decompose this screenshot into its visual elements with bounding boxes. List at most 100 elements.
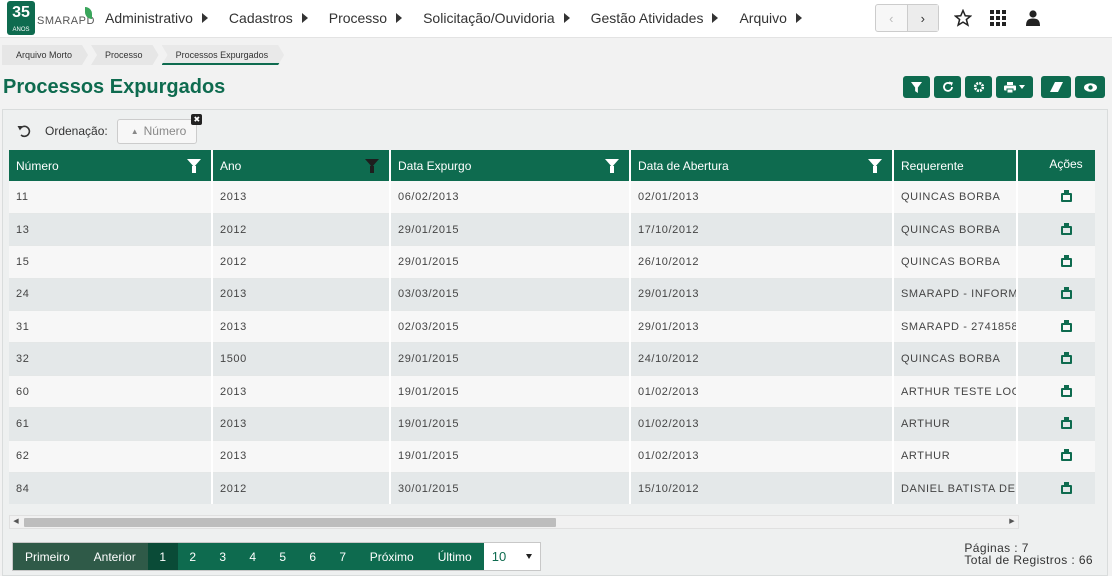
clear-button[interactable] bbox=[1041, 76, 1071, 98]
filter-icon[interactable] bbox=[868, 159, 882, 173]
table-row[interactable]: 32 1500 29/01/2015 24/10/2012 QUINCAS BORBA bbox=[9, 342, 1095, 376]
menu-cadastros[interactable]: Cadastros bbox=[229, 0, 308, 36]
table-row[interactable]: 62 2013 19/01/2015 01/02/2013 ARTHUR bbox=[9, 440, 1095, 474]
table-cell: 30/01/2015 bbox=[390, 472, 631, 504]
table-cell: 61 bbox=[9, 407, 213, 441]
print-icon[interactable] bbox=[1060, 416, 1072, 429]
page-7-button[interactable]: 7 bbox=[327, 543, 358, 570]
scroll-right-arrow-icon[interactable]: ▶ bbox=[1006, 516, 1018, 528]
breadcrumb-processo[interactable]: Processo bbox=[91, 45, 159, 65]
column-header-data-expurgo[interactable]: Data Expurgo bbox=[390, 150, 631, 181]
print-icon[interactable] bbox=[1060, 189, 1072, 202]
filter-icon[interactable] bbox=[605, 159, 619, 173]
horizontal-scrollbar[interactable]: ◀ ▶ bbox=[9, 515, 1019, 529]
page-title: Processos Expurgados bbox=[3, 76, 226, 98]
table-cell: ARTHUR bbox=[893, 440, 1018, 474]
next-page-button[interactable]: Próximo bbox=[357, 543, 426, 570]
table-cell: 19/01/2015 bbox=[390, 375, 631, 409]
table-cell: 19/01/2015 bbox=[390, 440, 631, 474]
apps-grid-icon[interactable] bbox=[987, 7, 1009, 29]
ordering-chip-numero[interactable]: ▲ Número ✖ bbox=[116, 113, 203, 144]
table-cell: QUINCAS BORBA bbox=[893, 342, 1018, 376]
caret-right-icon bbox=[712, 13, 719, 23]
table-row[interactable]: 31 2013 02/03/2015 29/01/2013 SMARAPD - 2741… bbox=[9, 310, 1095, 344]
first-page-button[interactable]: Primeiro bbox=[13, 543, 82, 570]
logo-badge: 35 ANOS bbox=[7, 1, 35, 35]
row-actions bbox=[1017, 407, 1095, 441]
column-header-requerente[interactable]: Requerente bbox=[893, 150, 1018, 181]
table-cell: 2012 bbox=[212, 472, 391, 504]
table-row[interactable]: 60 2013 19/01/2015 01/02/2013 ARTHUR TESTE L… bbox=[9, 375, 1095, 409]
filter-button[interactable] bbox=[903, 76, 930, 98]
menu-label: Administrativo bbox=[105, 10, 193, 26]
row-actions bbox=[1017, 472, 1095, 504]
ordering-chip-label: Número bbox=[143, 124, 187, 138]
menu-scroll-right-button[interactable]: › bbox=[906, 5, 938, 31]
print-icon[interactable] bbox=[1060, 352, 1072, 365]
table-cell: 01/02/2013 bbox=[630, 375, 894, 409]
user-icon[interactable] bbox=[1022, 7, 1044, 29]
table-row[interactable]: 15 2012 29/01/2015 26/10/2012 QUINCAS BORBA bbox=[9, 245, 1095, 279]
row-actions bbox=[1017, 310, 1095, 344]
previous-page-button[interactable]: Anterior bbox=[81, 543, 148, 570]
refresh-button[interactable] bbox=[934, 76, 961, 98]
table-row[interactable]: 13 2012 29/01/2015 17/10/2012 QUINCAS BORBA bbox=[9, 213, 1095, 247]
column-header-ano[interactable]: Ano bbox=[212, 150, 391, 181]
breadcrumb-arquivo-morto[interactable]: Arquivo Morto bbox=[2, 45, 88, 65]
logo-badge-number: 35 bbox=[12, 4, 30, 21]
menu-scroll-left-button[interactable]: ‹ bbox=[876, 5, 907, 31]
last-page-button[interactable]: Último bbox=[425, 543, 484, 570]
grid-panel: Ordenação: ▲ Número ✖ Número Ano Data Ex… bbox=[2, 109, 1108, 576]
table-cell: 1500 bbox=[212, 342, 391, 376]
remove-ordering-icon[interactable]: ✖ bbox=[191, 113, 203, 125]
menu-arquivo[interactable]: Arquivo bbox=[739, 0, 802, 36]
print-icon[interactable] bbox=[1060, 287, 1072, 300]
table-cell: SMARAPD - INFORMA bbox=[893, 278, 1018, 312]
column-header-data-abertura[interactable]: Data de Abertura bbox=[630, 150, 894, 181]
table-cell: 02/01/2013 bbox=[630, 181, 894, 214]
undo-icon[interactable] bbox=[17, 124, 31, 138]
table-cell: ARTHUR TESTE LOG bbox=[893, 375, 1018, 409]
table-cell: 17/10/2012 bbox=[630, 213, 894, 247]
breadcrumb-processos-expurgados: Processos Expurgados bbox=[162, 45, 285, 65]
star-icon[interactable] bbox=[952, 7, 974, 29]
page-4-button[interactable]: 4 bbox=[237, 543, 268, 570]
settings-button[interactable] bbox=[965, 76, 992, 98]
print-icon[interactable] bbox=[1060, 222, 1072, 235]
table-cell: QUINCAS BORBA bbox=[893, 181, 1018, 214]
print-icon[interactable] bbox=[1060, 319, 1072, 332]
page-3-button[interactable]: 3 bbox=[207, 543, 238, 570]
ordering-label: Ordenação: bbox=[45, 124, 108, 138]
menu-administrativo[interactable]: Administrativo bbox=[105, 0, 208, 36]
scroll-left-arrow-icon[interactable]: ◀ bbox=[10, 516, 22, 528]
table-row[interactable]: 24 2013 03/03/2015 29/01/2013 SMARAPD - INFO… bbox=[9, 278, 1095, 312]
top-navbar: 35 ANOS SMARAPD Administrativo Cadastros … bbox=[0, 0, 1112, 38]
page-info: Páginas : 7 Total de Registros : 66 bbox=[964, 542, 1093, 566]
page-1-button[interactable]: 1 bbox=[147, 543, 178, 570]
print-menu-button[interactable] bbox=[996, 76, 1033, 98]
table-cell: 32 bbox=[9, 342, 213, 376]
page-size-select[interactable]: 10 bbox=[483, 543, 540, 570]
filter-icon[interactable] bbox=[365, 159, 379, 173]
smarapd-logo[interactable]: 35 ANOS SMARAPD bbox=[7, 1, 94, 35]
print-icon[interactable] bbox=[1060, 449, 1072, 462]
page-6-button[interactable]: 6 bbox=[297, 543, 328, 570]
column-header-numero[interactable]: Número bbox=[9, 150, 213, 181]
page-2-button[interactable]: 2 bbox=[177, 543, 208, 570]
caret-right-icon bbox=[795, 13, 802, 23]
page-5-button[interactable]: 5 bbox=[267, 543, 298, 570]
table-row[interactable]: 61 2013 19/01/2015 01/02/2013 ARTHUR bbox=[9, 407, 1095, 441]
view-button[interactable] bbox=[1075, 76, 1105, 98]
table-cell: 2012 bbox=[212, 213, 391, 247]
menu-processo[interactable]: Processo bbox=[329, 0, 403, 36]
table-cell: 15/10/2012 bbox=[630, 472, 894, 504]
table-row[interactable]: 84 2012 30/01/2015 15/10/2012 DANIEL BATISTA… bbox=[9, 472, 1095, 504]
filter-icon[interactable] bbox=[187, 159, 201, 173]
scrollbar-thumb[interactable] bbox=[24, 518, 556, 527]
print-icon[interactable] bbox=[1060, 481, 1072, 494]
print-icon[interactable] bbox=[1060, 254, 1072, 267]
menu-solicitacao-ouvidoria[interactable]: Solicitação/Ouvidoria bbox=[423, 0, 570, 36]
table-row[interactable]: 11 2013 06/02/2013 02/01/2013 QUINCAS BORBA bbox=[9, 181, 1095, 214]
menu-gestao-atividades[interactable]: Gestão Atividades bbox=[591, 0, 719, 36]
print-icon[interactable] bbox=[1060, 384, 1072, 397]
